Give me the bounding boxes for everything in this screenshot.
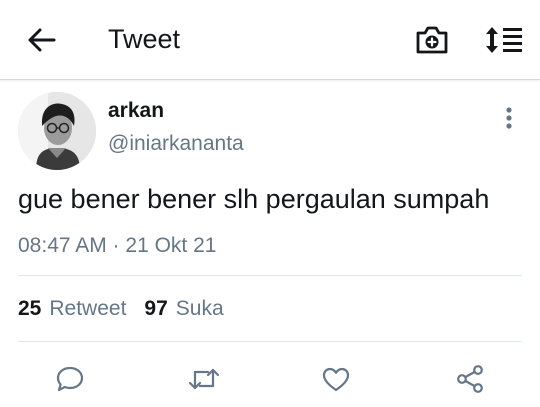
page-title: Tweet — [108, 24, 181, 54]
reply-icon — [55, 364, 85, 394]
like-button[interactable] — [316, 360, 356, 398]
share-button[interactable] — [450, 360, 490, 398]
likes-count: 97 — [144, 297, 168, 320]
author-name[interactable]: arkan — [108, 98, 164, 124]
camera-plus-icon — [415, 25, 449, 55]
divider — [18, 275, 522, 276]
tweet-timestamp: 08:47 AM · 21 Okt 21 — [18, 234, 217, 257]
retweets-stat[interactable]: 25 Retweet — [18, 296, 126, 322]
back-button[interactable] — [24, 22, 60, 58]
top-app-bar: Tweet — [0, 0, 540, 80]
arrow-left-icon — [28, 28, 56, 52]
sort-button[interactable] — [482, 20, 526, 60]
divider — [18, 341, 522, 342]
author-handle[interactable]: @iniarkananta — [108, 131, 244, 157]
heart-icon — [321, 365, 351, 393]
retweet-icon — [187, 364, 221, 394]
tweet-stats: 25 Retweet 97 Suka — [18, 296, 242, 322]
share-icon — [455, 364, 485, 394]
tweet-text: gue bener bener slh pergaulan sumpah — [18, 184, 490, 214]
reply-button[interactable] — [50, 360, 90, 398]
likes-stat[interactable]: 97 Suka — [144, 296, 223, 322]
retweets-count: 25 — [18, 297, 42, 320]
retweets-label: Retweet — [49, 297, 127, 320]
avatar[interactable] — [18, 92, 96, 170]
likes-label: Suka — [175, 297, 224, 320]
tweet-actions-bar — [0, 356, 540, 400]
sort-list-icon — [484, 25, 524, 55]
more-options-button[interactable] — [496, 104, 522, 132]
camera-button[interactable] — [412, 20, 452, 60]
more-vertical-icon — [505, 107, 513, 129]
retweet-button[interactable] — [184, 360, 224, 398]
